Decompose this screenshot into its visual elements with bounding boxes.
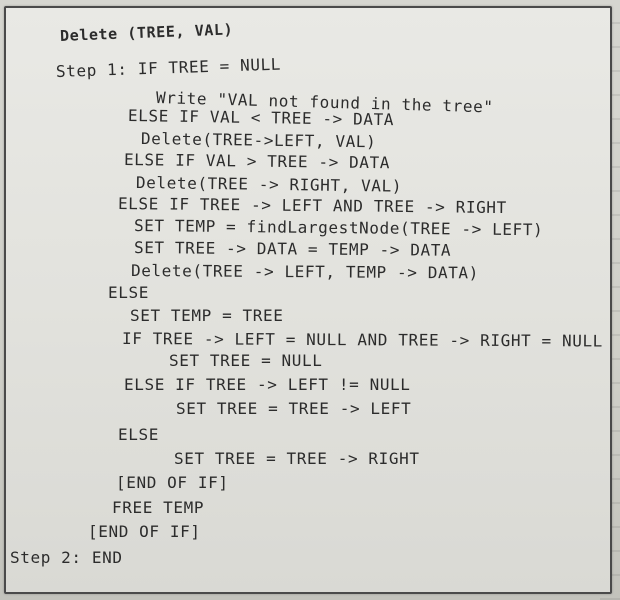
- code-line-delete-right: Delete(TREE -> RIGHT, VAL): [135, 173, 403, 196]
- code-line-set-data: SET TREE -> DATA = TEMP -> DATA: [133, 238, 452, 260]
- code-line-set-tree-left: SET TREE = TREE -> LEFT: [176, 399, 412, 418]
- code-line-delete-temp: Delete(TREE -> LEFT, TEMP -> DATA): [130, 261, 479, 283]
- code-line-if-leaf: IF TREE -> LEFT = NULL AND TREE -> RIGHT…: [121, 329, 603, 351]
- code-line-set-tree-null: SET TREE = NULL: [169, 351, 323, 370]
- code-line-free-temp: FREE TEMP: [112, 498, 205, 517]
- code-line-set-tree-right: SET TREE = TREE -> RIGHT: [174, 449, 420, 468]
- code-line-else-if-greater: ELSE IF VAL > TREE -> DATA: [123, 150, 391, 173]
- code-line-step2: Step 2: END: [10, 548, 123, 567]
- code-line-else-if-less: ELSE IF VAL < TREE -> DATA: [127, 106, 395, 130]
- code-line-else: ELSE: [108, 283, 149, 302]
- code-line-end-if-inner: [END OF IF]: [116, 473, 229, 492]
- code-line-delete-left: Delete(TREE->LEFT, VAL): [140, 129, 377, 152]
- page: { "algorithm": { "header": "Delete (TREE…: [0, 0, 620, 600]
- algorithm-box: Delete (TREE, VAL) Step 1: IF TREE = NUL…: [4, 6, 612, 594]
- algorithm-header: Delete (TREE, VAL): [59, 20, 234, 45]
- code-line-else-if-left: ELSE IF TREE -> LEFT != NULL: [124, 375, 411, 394]
- code-line-set-temp-tree: SET TEMP = TREE: [130, 306, 284, 325]
- code-line-step1: Step 1: IF TREE = NULL: [55, 54, 282, 81]
- code-line-end-if-outer: [END OF IF]: [88, 522, 201, 541]
- code-line-else-inner: ELSE: [118, 425, 159, 444]
- code-line-set-temp-largest: SET TEMP = findLargestNode(TREE -> LEFT): [133, 216, 544, 240]
- code-line-else-if-both: ELSE IF TREE -> LEFT AND TREE -> RIGHT: [117, 194, 507, 218]
